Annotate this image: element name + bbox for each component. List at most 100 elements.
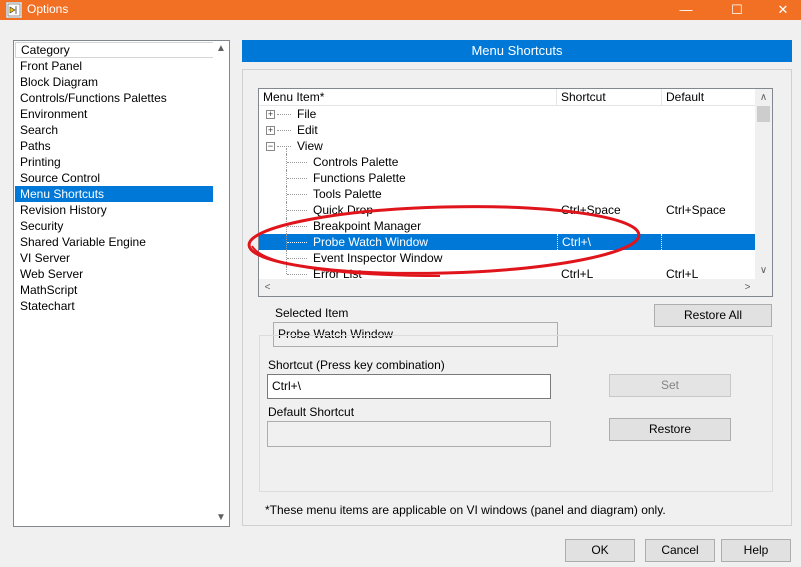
- default-cell: [662, 186, 756, 202]
- shortcut-cell: [557, 154, 662, 170]
- table-rows: + File + Edit − View Controls Palette Functions…: [259, 106, 756, 279]
- column-header-default[interactable]: Default: [662, 89, 756, 106]
- maximize-button[interactable]: ☐: [714, 0, 760, 20]
- shortcut-input[interactable]: Ctrl+\: [267, 374, 551, 399]
- set-button[interactable]: Set: [609, 374, 731, 397]
- default-cell: [662, 138, 756, 154]
- table-horizontal-scrollbar[interactable]: < >: [259, 279, 756, 296]
- shortcut-cell: [557, 138, 662, 154]
- restore-button[interactable]: Restore: [609, 418, 731, 441]
- table-vertical-scrollbar[interactable]: ∧ ∨: [755, 89, 772, 279]
- column-header-menu-item[interactable]: Menu Item*: [259, 89, 557, 106]
- selected-item-label: Selected Item: [275, 306, 349, 320]
- menu-item-label: Event Inspector Window: [313, 251, 443, 265]
- restore-all-button[interactable]: Restore All: [654, 304, 772, 327]
- menu-item-label: Quick Drop: [313, 203, 374, 217]
- shortcut-cell: Ctrl+Space: [561, 203, 621, 217]
- table-row[interactable]: Event Inspector Window: [259, 250, 756, 266]
- category-item[interactable]: Controls/Functions Palettes: [15, 90, 214, 106]
- default-shortcut-field: [267, 421, 551, 447]
- collapse-icon[interactable]: −: [266, 142, 275, 151]
- category-item[interactable]: Menu Shortcuts: [15, 186, 214, 202]
- scroll-down-icon[interactable]: ∨: [755, 262, 772, 279]
- category-item[interactable]: Web Server: [15, 266, 214, 282]
- shortcut-cell: [557, 218, 662, 234]
- default-cell: Ctrl+Space: [666, 203, 726, 217]
- menu-item-cell: Tools Palette: [259, 186, 556, 202]
- window-title: Options: [27, 2, 69, 16]
- table-row[interactable]: Quick Drop Ctrl+Space Ctrl+Space: [259, 202, 756, 218]
- menu-item-cell: Controls Palette: [259, 154, 556, 170]
- menu-item-cell: − View: [259, 138, 556, 154]
- table-row[interactable]: Error List Ctrl+L Ctrl+L: [259, 266, 756, 279]
- shortcut-cell: Ctrl+\: [557, 234, 662, 250]
- expand-icon[interactable]: +: [266, 126, 275, 135]
- help-button[interactable]: Help: [721, 539, 791, 562]
- default-cell: [662, 218, 756, 234]
- category-item[interactable]: Shared Variable Engine: [15, 234, 214, 250]
- menu-items-table[interactable]: Menu Item* Shortcut Default + File + Edit − V…: [258, 88, 773, 297]
- category-item[interactable]: Paths: [15, 138, 214, 154]
- menu-item-cell: Error List: [259, 266, 556, 279]
- ok-button[interactable]: OK: [565, 539, 635, 562]
- category-item[interactable]: Statechart: [15, 298, 214, 314]
- table-row[interactable]: Probe Watch Window Ctrl+\: [259, 234, 756, 250]
- table-row[interactable]: Tools Palette: [259, 186, 756, 202]
- menu-item-cell: Quick Drop: [259, 202, 556, 218]
- category-item[interactable]: Revision History: [15, 202, 214, 218]
- scrollbar-corner: [755, 279, 772, 296]
- table-row[interactable]: + Edit: [259, 122, 756, 138]
- default-shortcut-label: Default Shortcut: [268, 405, 355, 419]
- category-item[interactable]: Environment: [15, 106, 214, 122]
- labview-icon: [6, 2, 22, 18]
- category-item[interactable]: VI Server: [15, 250, 214, 266]
- table-row[interactable]: Controls Palette: [259, 154, 756, 170]
- shortcut-cell: [557, 122, 662, 138]
- category-item[interactable]: Front Panel: [15, 58, 214, 74]
- default-cell: [662, 170, 756, 186]
- menu-item-label: Edit: [297, 123, 318, 137]
- expand-icon[interactable]: +: [266, 110, 275, 119]
- scroll-down-icon[interactable]: ▼: [213, 510, 229, 526]
- table-row[interactable]: + File: [259, 106, 756, 122]
- category-header[interactable]: Category: [15, 42, 214, 58]
- menu-item-label: File: [297, 107, 317, 121]
- shortcut-cell: Ctrl+L: [561, 267, 594, 279]
- menu-item-label: Breakpoint Manager: [313, 219, 422, 233]
- table-row[interactable]: Breakpoint Manager: [259, 218, 756, 234]
- scroll-left-icon[interactable]: <: [259, 279, 276, 296]
- category-item[interactable]: Block Diagram: [15, 74, 214, 90]
- category-item[interactable]: Source Control: [15, 170, 214, 186]
- category-items: Front Panel Block Diagram Controls/Functio…: [15, 58, 214, 314]
- category-scrollbar[interactable]: ▲ ▼: [213, 41, 229, 526]
- minimize-button[interactable]: —: [663, 0, 709, 20]
- scroll-thumb[interactable]: [757, 106, 770, 122]
- category-list[interactable]: Category Front Panel Block Diagram Control…: [13, 40, 230, 527]
- category-item[interactable]: Printing: [15, 154, 214, 170]
- shortcut-label: Shortcut (Press key combination): [268, 358, 445, 372]
- menu-item-label: Probe Watch Window: [313, 235, 428, 249]
- table-row[interactable]: − View: [259, 138, 756, 154]
- panel-title: Menu Shortcuts: [242, 40, 792, 62]
- shortcut-cell: [557, 250, 662, 266]
- default-cell: [662, 234, 756, 250]
- title-bar[interactable]: Options — ☐ ✕: [0, 0, 801, 20]
- shortcut-cell: [557, 106, 662, 122]
- close-button[interactable]: ✕: [760, 0, 801, 20]
- category-item[interactable]: MathScript: [15, 282, 214, 298]
- default-cell: [662, 122, 756, 138]
- scroll-up-icon[interactable]: ▲: [213, 41, 229, 57]
- category-item[interactable]: Security: [15, 218, 214, 234]
- shortcut-cell: [557, 186, 662, 202]
- scroll-up-icon[interactable]: ∧: [755, 89, 772, 106]
- category-item[interactable]: Search: [15, 122, 214, 138]
- scroll-right-icon[interactable]: >: [739, 279, 756, 296]
- menu-item-cell: Probe Watch Window: [259, 234, 556, 250]
- menu-item-label: Error List: [313, 267, 362, 279]
- table-row[interactable]: Functions Palette: [259, 170, 756, 186]
- footnote: *These menu items are applicable on VI w…: [265, 503, 666, 517]
- menu-item-label: Functions Palette: [313, 171, 406, 185]
- shortcut-cell: [557, 170, 662, 186]
- column-header-shortcut[interactable]: Shortcut: [557, 89, 662, 106]
- cancel-button[interactable]: Cancel: [645, 539, 715, 562]
